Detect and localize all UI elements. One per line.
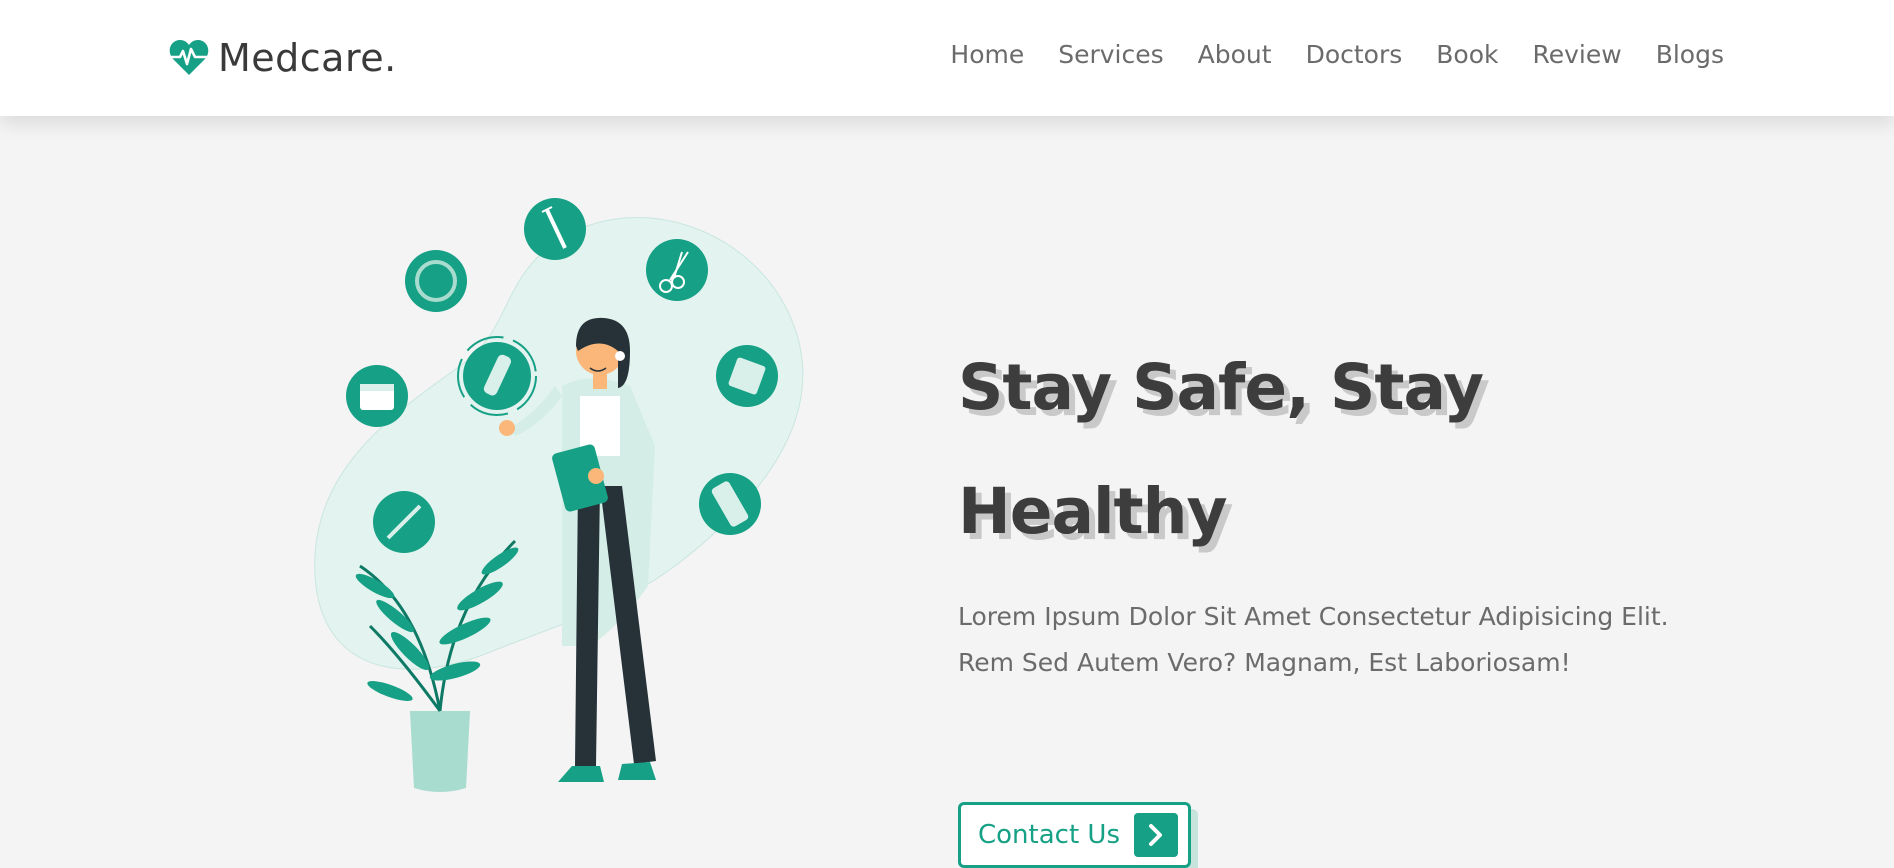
hero-description-line2: Rem Sed Autem Vero? Magnam, Est Laborios… xyxy=(958,648,1571,677)
hero-title-line2: Healthy xyxy=(958,475,1228,548)
background-blob xyxy=(314,217,804,670)
hero-title-line1: Stay Safe, Stay xyxy=(958,351,1484,424)
doctor-illustration xyxy=(314,198,804,792)
nav-services[interactable]: Services xyxy=(1058,40,1163,69)
heart-pulse-icon xyxy=(169,40,209,75)
hero-title: Stay Safe, Stay Healthy xyxy=(958,326,1758,574)
contact-us-button[interactable]: Contact Us xyxy=(958,802,1191,868)
site-header: Medcare. Home Services About Doctors Boo… xyxy=(0,0,1894,116)
chevron-right-icon xyxy=(1134,813,1178,857)
hero-content: Stay Safe, Stay Healthy Lorem Ipsum Dolo… xyxy=(958,326,1758,868)
contact-us-label: Contact Us xyxy=(978,820,1120,850)
main-nav: Home Services About Doctors Book Review … xyxy=(950,40,1724,69)
nav-about[interactable]: About xyxy=(1198,40,1272,69)
nav-home[interactable]: Home xyxy=(950,40,1024,69)
nav-doctors[interactable]: Doctors xyxy=(1306,40,1403,69)
hero-section: Stay Safe, Stay Healthy Lorem Ipsum Dolo… xyxy=(0,116,1894,868)
nav-book[interactable]: Book xyxy=(1436,40,1498,69)
nav-review[interactable]: Review xyxy=(1533,40,1622,69)
brand-logo[interactable]: Medcare. xyxy=(168,36,397,80)
brand-name: Medcare. xyxy=(218,36,397,80)
hero-description-line1: Lorem Ipsum Dolor Sit Amet Consectetur A… xyxy=(958,602,1669,631)
hero-description: Lorem Ipsum Dolor Sit Amet Consectetur A… xyxy=(958,594,1718,686)
nav-blogs[interactable]: Blogs xyxy=(1656,40,1724,69)
